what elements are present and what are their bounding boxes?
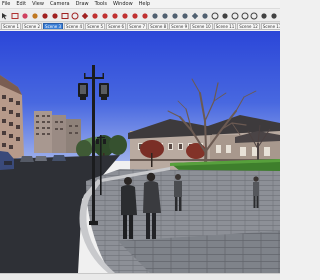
- status-bar: [0, 273, 280, 280]
- protractor-icon[interactable]: [170, 11, 179, 20]
- select-tool-icon[interactable]: [1, 11, 10, 20]
- get-models-icon[interactable]: [270, 11, 279, 20]
- previous-view-icon[interactable]: [260, 11, 269, 20]
- scene-tab-2[interactable]: Scene 2: [22, 22, 43, 29]
- zoom-tool-icon[interactable]: [230, 11, 239, 20]
- menu-camera[interactable]: Camera: [50, 0, 70, 9]
- push-pull-tool-icon[interactable]: [101, 11, 110, 20]
- menu-file[interactable]: File: [2, 0, 10, 9]
- dimension-icon[interactable]: [161, 11, 170, 20]
- move-tool-icon[interactable]: [91, 11, 100, 20]
- offset-tool-icon[interactable]: [141, 11, 150, 20]
- menu-draw[interactable]: Draw: [76, 0, 89, 9]
- rectangle-tool-icon[interactable]: [61, 11, 70, 20]
- menu-bar: File Edit View Camera Draw Tools Window Help: [0, 0, 280, 9]
- line-tool-icon[interactable]: [41, 11, 50, 20]
- scale-tool-icon[interactable]: [131, 11, 140, 20]
- menu-tools[interactable]: Tools: [95, 0, 107, 9]
- scene-tab-4[interactable]: Scene 4: [64, 22, 85, 29]
- zoom-window-icon[interactable]: [240, 11, 249, 20]
- follow-me-tool-icon[interactable]: [121, 11, 130, 20]
- scene-tab-8[interactable]: Scene 8: [148, 22, 169, 29]
- orbit-tool-icon[interactable]: [210, 11, 219, 20]
- scene-tab-9[interactable]: Scene 9: [169, 22, 190, 29]
- scene-tab-1[interactable]: Scene 1: [1, 22, 22, 29]
- menu-window[interactable]: Window: [113, 0, 133, 9]
- arc-tool-icon[interactable]: [51, 11, 60, 20]
- scene-tab-10[interactable]: Scene 10: [190, 22, 213, 29]
- 3d-text-icon[interactable]: [200, 11, 209, 20]
- rotate-tool-icon[interactable]: [111, 11, 120, 20]
- scene-tab-12[interactable]: Scene 12: [237, 22, 260, 29]
- tape-measure-icon[interactable]: [151, 11, 160, 20]
- axes-tool-icon[interactable]: [190, 11, 199, 20]
- menu-help[interactable]: Help: [139, 0, 150, 9]
- zoom-extents-icon[interactable]: [250, 11, 259, 20]
- scene-tab-6[interactable]: Scene 6: [106, 22, 127, 29]
- scene-tab-5[interactable]: Scene 5: [85, 22, 106, 29]
- polygon-tool-icon[interactable]: [81, 11, 90, 20]
- scene-render[interactable]: [0, 31, 280, 273]
- scene-tabs-bar: Scene 1 Scene 2 Scene 3 Scene 4 Scene 5 Scene…: [0, 22, 280, 30]
- paint-bucket-icon[interactable]: [31, 11, 40, 20]
- 3d-viewport[interactable]: [0, 31, 280, 273]
- main-toolbar: [0, 10, 280, 22]
- scene-tab-7[interactable]: Scene 7: [127, 22, 148, 29]
- circle-tool-icon[interactable]: [71, 11, 80, 20]
- eraser-icon[interactable]: [21, 11, 30, 20]
- scene-tab-3[interactable]: Scene 3: [43, 22, 64, 29]
- scene-tab-13[interactable]: Scene 13: [260, 22, 280, 29]
- scene-tab-11[interactable]: Scene 11: [213, 22, 237, 29]
- make-component-icon[interactable]: [11, 11, 20, 20]
- menu-edit[interactable]: Edit: [16, 0, 26, 9]
- pan-tool-icon[interactable]: [220, 11, 229, 20]
- menu-view[interactable]: View: [32, 0, 44, 9]
- text-tool-icon[interactable]: [180, 11, 189, 20]
